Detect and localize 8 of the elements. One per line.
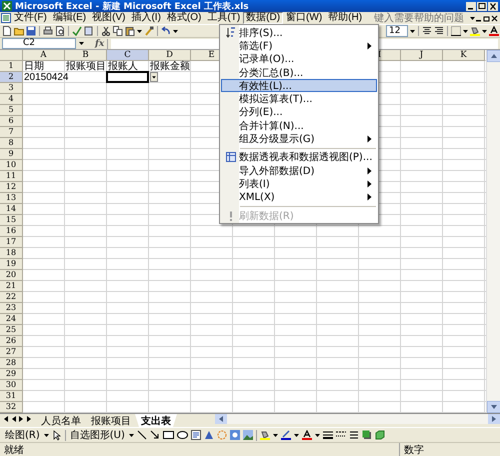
window-title: Microsoft Excel - 新建 Microsoft Excel 工作表.xls — [15, 0, 250, 12]
status-text: 就绪 — [4, 444, 24, 456]
table-cell: 报账人 — [108, 61, 138, 72]
num-lock-indicator: 数字 — [399, 442, 424, 456]
table-cell: 日期 — [24, 61, 44, 72]
table-cell: 20150424 — [24, 72, 68, 83]
table-cell: 报账金额 — [150, 61, 190, 72]
table-cell: 报账项目 — [66, 61, 106, 72]
